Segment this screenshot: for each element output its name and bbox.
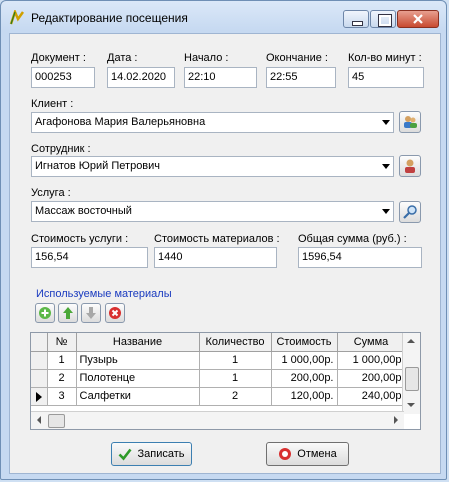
materials-section-title: Используемые материалы — [36, 288, 172, 300]
employee-value: Игнатов Юрий Петрович — [35, 160, 161, 172]
plus-icon — [39, 307, 51, 319]
cell-number[interactable]: 2 — [47, 369, 77, 388]
cell-quantity[interactable]: 1 — [199, 369, 272, 388]
cell-sum[interactable]: 200,00р — [337, 369, 406, 388]
user-icon — [405, 159, 415, 173]
service-cost-field[interactable]: 156,54 — [31, 247, 148, 268]
total-label: Общая сумма (руб.) : — [298, 233, 407, 245]
delete-icon — [109, 307, 121, 319]
date-field[interactable]: 14.02.2020 — [107, 67, 175, 88]
cell-cost[interactable]: 200,00р. — [271, 369, 338, 388]
minimize-icon — [352, 21, 363, 26]
cell-sum[interactable]: 240,00р — [337, 387, 406, 406]
close-button[interactable] — [397, 10, 439, 28]
chevron-down-icon[interactable] — [382, 120, 390, 125]
table-row[interactable]: 2 Полотенце 1 200,00р. 200,00р — [31, 369, 406, 388]
vertical-scrollbar[interactable] — [402, 333, 420, 414]
close-icon — [413, 14, 423, 24]
indicator-header — [31, 333, 48, 352]
select-client-button[interactable] — [399, 111, 421, 133]
date-label: Дата : — [107, 52, 138, 64]
column-header-cost[interactable]: Стоимость — [271, 333, 338, 352]
document-label: Документ : — [31, 52, 86, 64]
materials-cost-field[interactable]: 1440 — [154, 247, 277, 268]
column-header-number[interactable]: № — [47, 333, 77, 352]
table-row[interactable]: 3 Салфетки 2 120,00р. 240,00р — [31, 387, 406, 406]
table-row[interactable]: 1 Пузырь 1 1 000,00р. 1 000,00р — [31, 351, 406, 370]
move-down-button[interactable] — [81, 303, 101, 323]
minutes-label: Кол-во минут : — [348, 52, 422, 64]
arrow-up-icon — [63, 307, 73, 319]
start-label: Начало : — [184, 52, 229, 64]
delete-material-button[interactable] — [105, 303, 125, 323]
save-button[interactable]: Записать — [111, 442, 192, 466]
cell-quantity[interactable]: 2 — [199, 387, 272, 406]
column-header-quantity[interactable]: Количество — [199, 333, 272, 352]
employee-label: Сотрудник : — [31, 143, 91, 155]
cell-name[interactable]: Салфетки — [76, 387, 200, 406]
window-title: Редактирование посещения — [31, 11, 188, 25]
cancel-button-label: Отмена — [297, 448, 337, 460]
scroll-left-icon[interactable] — [37, 416, 41, 424]
dialog-window: Редактирование посещения Документ : 0002… — [0, 0, 447, 480]
cell-sum[interactable]: 1 000,00р — [337, 351, 406, 370]
move-up-button[interactable] — [58, 303, 78, 323]
search-icon — [403, 205, 417, 219]
chevron-down-icon[interactable] — [382, 209, 390, 214]
total-field[interactable]: 1596,54 — [298, 247, 422, 268]
scroll-thumb[interactable] — [405, 367, 419, 391]
cell-name[interactable]: Пузырь — [76, 351, 200, 370]
document-field[interactable]: 000253 — [31, 67, 95, 88]
search-service-button[interactable] — [399, 201, 421, 223]
service-label: Услуга : — [31, 187, 71, 199]
start-field[interactable]: 22:10 — [184, 67, 257, 88]
end-label: Окончание : — [266, 52, 328, 64]
cancel-icon — [279, 448, 292, 460]
minutes-field[interactable]: 45 — [348, 67, 424, 88]
current-row-icon — [36, 391, 42, 402]
arrow-down-icon — [86, 307, 96, 319]
row-indicator — [31, 369, 48, 388]
users-icon — [404, 116, 417, 128]
column-header-sum[interactable]: Сумма — [337, 333, 406, 352]
app-icon — [9, 10, 25, 25]
cell-quantity[interactable]: 1 — [199, 351, 272, 370]
service-cost-label: Стоимость услуги : — [31, 233, 129, 245]
row-indicator — [31, 387, 48, 406]
materials-grid[interactable]: № Название Количество Стоимость Сумма 1 … — [30, 332, 421, 430]
scroll-up-icon[interactable] — [407, 339, 415, 343]
add-material-button[interactable] — [35, 303, 55, 323]
cell-cost[interactable]: 1 000,00р. — [271, 351, 338, 370]
maximize-button[interactable] — [370, 10, 396, 28]
cell-cost[interactable]: 120,00р. — [271, 387, 338, 406]
maximize-icon — [378, 14, 392, 27]
select-employee-button[interactable] — [399, 155, 421, 177]
cell-number[interactable]: 1 — [47, 351, 77, 370]
client-value: Агафонова Мария Валерьяновна — [35, 116, 206, 128]
cell-name[interactable]: Полотенце — [76, 369, 200, 388]
end-field[interactable]: 22:55 — [266, 67, 336, 88]
grid-header-row: № Название Количество Стоимость Сумма — [31, 333, 406, 352]
service-value: Массаж восточный — [35, 205, 132, 217]
scroll-thumb[interactable] — [48, 414, 65, 428]
cell-number[interactable]: 3 — [47, 387, 77, 406]
employee-combo[interactable]: Игнатов Юрий Петрович — [31, 156, 394, 177]
scroll-right-icon[interactable] — [394, 416, 398, 424]
horizontal-scrollbar[interactable] — [31, 411, 404, 429]
column-header-name[interactable]: Название — [76, 333, 200, 352]
client-combo[interactable]: Агафонова Мария Валерьяновна — [31, 112, 394, 133]
row-indicator — [31, 351, 48, 370]
minimize-button[interactable] — [343, 10, 369, 28]
cancel-button[interactable]: Отмена — [266, 442, 349, 466]
save-button-label: Записать — [137, 448, 185, 460]
client-label: Клиент : — [31, 98, 74, 110]
materials-cost-label: Стоимость материалов : — [154, 233, 280, 245]
chevron-down-icon[interactable] — [382, 164, 390, 169]
checkmark-icon — [119, 448, 133, 461]
scroll-down-icon[interactable] — [407, 403, 415, 407]
service-combo[interactable]: Массаж восточный — [31, 201, 394, 222]
